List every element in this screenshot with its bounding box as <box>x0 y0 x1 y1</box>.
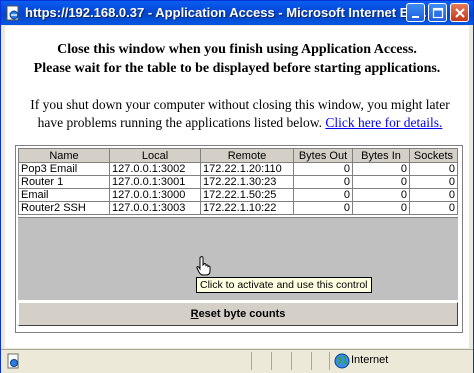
table-header-row: Name Local Remote Bytes Out Bytes In Soc… <box>18 148 458 163</box>
status-divider <box>251 352 252 370</box>
security-zone-label: Internet <box>351 354 389 366</box>
cell-local: 127.0.0.1:3000 <box>109 188 201 202</box>
cell-name: Email <box>18 188 110 202</box>
reset-button-mnemonic: R <box>190 308 199 320</box>
status-divider <box>271 352 272 370</box>
application-access-applet[interactable]: Name Local Remote Bytes Out Bytes In Soc… <box>15 145 463 333</box>
reset-button-label: eset byte counts <box>198 308 286 320</box>
table-row[interactable]: Router2 SSH 127.0.0.1:3003 172.22.1.10:2… <box>18 201 458 215</box>
cell-remote: 172.22.1.20:110 <box>200 162 294 176</box>
page-heading-line1: Close this window when you finish using … <box>57 42 417 57</box>
column-header-local[interactable]: Local <box>109 148 201 163</box>
browser-window: https://192.168.0.37 - Application Acces… <box>0 0 474 373</box>
status-bar: Internet <box>1 349 473 373</box>
cell-bytes-in: 0 <box>352 175 410 189</box>
cell-local: 127.0.0.1:3001 <box>109 175 201 189</box>
cell-remote: 172.22.1.30:23 <box>200 175 294 189</box>
cell-bytes-out: 0 <box>293 175 353 189</box>
ie-page-icon <box>6 5 19 21</box>
cell-bytes-in: 0 <box>352 201 410 215</box>
table-row[interactable]: Router 1 127.0.0.1:3001 172.22.1.30:23 0… <box>18 175 458 189</box>
cell-remote: 172.22.1.50:25 <box>200 188 294 202</box>
page-content: Close this window when you finish using … <box>5 26 469 348</box>
table-row[interactable]: Email 127.0.0.1:3000 172.22.1.50:25 0 0 … <box>18 188 458 202</box>
warning-paragraph: If you shut down your computer without c… <box>17 96 463 132</box>
close-button[interactable] <box>450 3 469 22</box>
reset-byte-counts-button[interactable]: Reset byte counts <box>18 302 458 326</box>
status-divider <box>329 352 330 370</box>
column-header-sockets[interactable]: Sockets <box>409 148 458 163</box>
column-header-bytes-in[interactable]: Bytes In <box>352 148 410 163</box>
status-divider <box>291 352 292 370</box>
title-bar[interactable]: https://192.168.0.37 - Application Acces… <box>1 1 473 25</box>
cell-remote: 172.22.1.10:22 <box>200 201 294 215</box>
cell-name: Router2 SSH <box>18 201 110 215</box>
hand-cursor-icon <box>196 256 211 276</box>
maximize-button[interactable] <box>428 3 447 22</box>
cell-bytes-out: 0 <box>293 188 353 202</box>
page-icon <box>7 353 19 369</box>
cell-bytes-out: 0 <box>293 201 353 215</box>
close-icon <box>455 8 465 18</box>
table-row[interactable]: Pop3 Email 127.0.0.1:3002 172.22.1.20:11… <box>18 162 458 176</box>
applications-table: Name Local Remote Bytes Out Bytes In Soc… <box>18 148 458 215</box>
activate-control-tooltip: Click to activate and use this control <box>196 277 372 293</box>
window-title: https://192.168.0.37 - Application Acces… <box>25 5 427 20</box>
page-heading-line2: Please wait for the table to be displaye… <box>33 61 441 76</box>
cell-sockets: 0 <box>409 162 458 176</box>
column-header-bytes-out[interactable]: Bytes Out <box>293 148 353 163</box>
cell-sockets: 0 <box>409 175 458 189</box>
cell-bytes-out: 0 <box>293 162 353 176</box>
cell-local: 127.0.0.1:3002 <box>109 162 201 176</box>
cell-sockets: 0 <box>409 188 458 202</box>
cell-name: Router 1 <box>18 175 110 189</box>
cell-local: 127.0.0.1:3003 <box>109 201 201 215</box>
column-header-remote[interactable]: Remote <box>200 148 294 163</box>
cell-bytes-in: 0 <box>352 162 410 176</box>
minimize-button[interactable] <box>406 3 425 22</box>
status-divider <box>311 352 312 370</box>
cell-sockets: 0 <box>409 201 458 215</box>
minimize-icon <box>412 16 419 18</box>
globe-icon <box>334 353 350 369</box>
details-link[interactable]: Click here for details. <box>325 115 442 130</box>
column-header-name[interactable]: Name <box>18 148 110 163</box>
cell-name: Pop3 Email <box>18 162 110 176</box>
cell-bytes-in: 0 <box>352 188 410 202</box>
maximize-icon <box>432 7 444 19</box>
